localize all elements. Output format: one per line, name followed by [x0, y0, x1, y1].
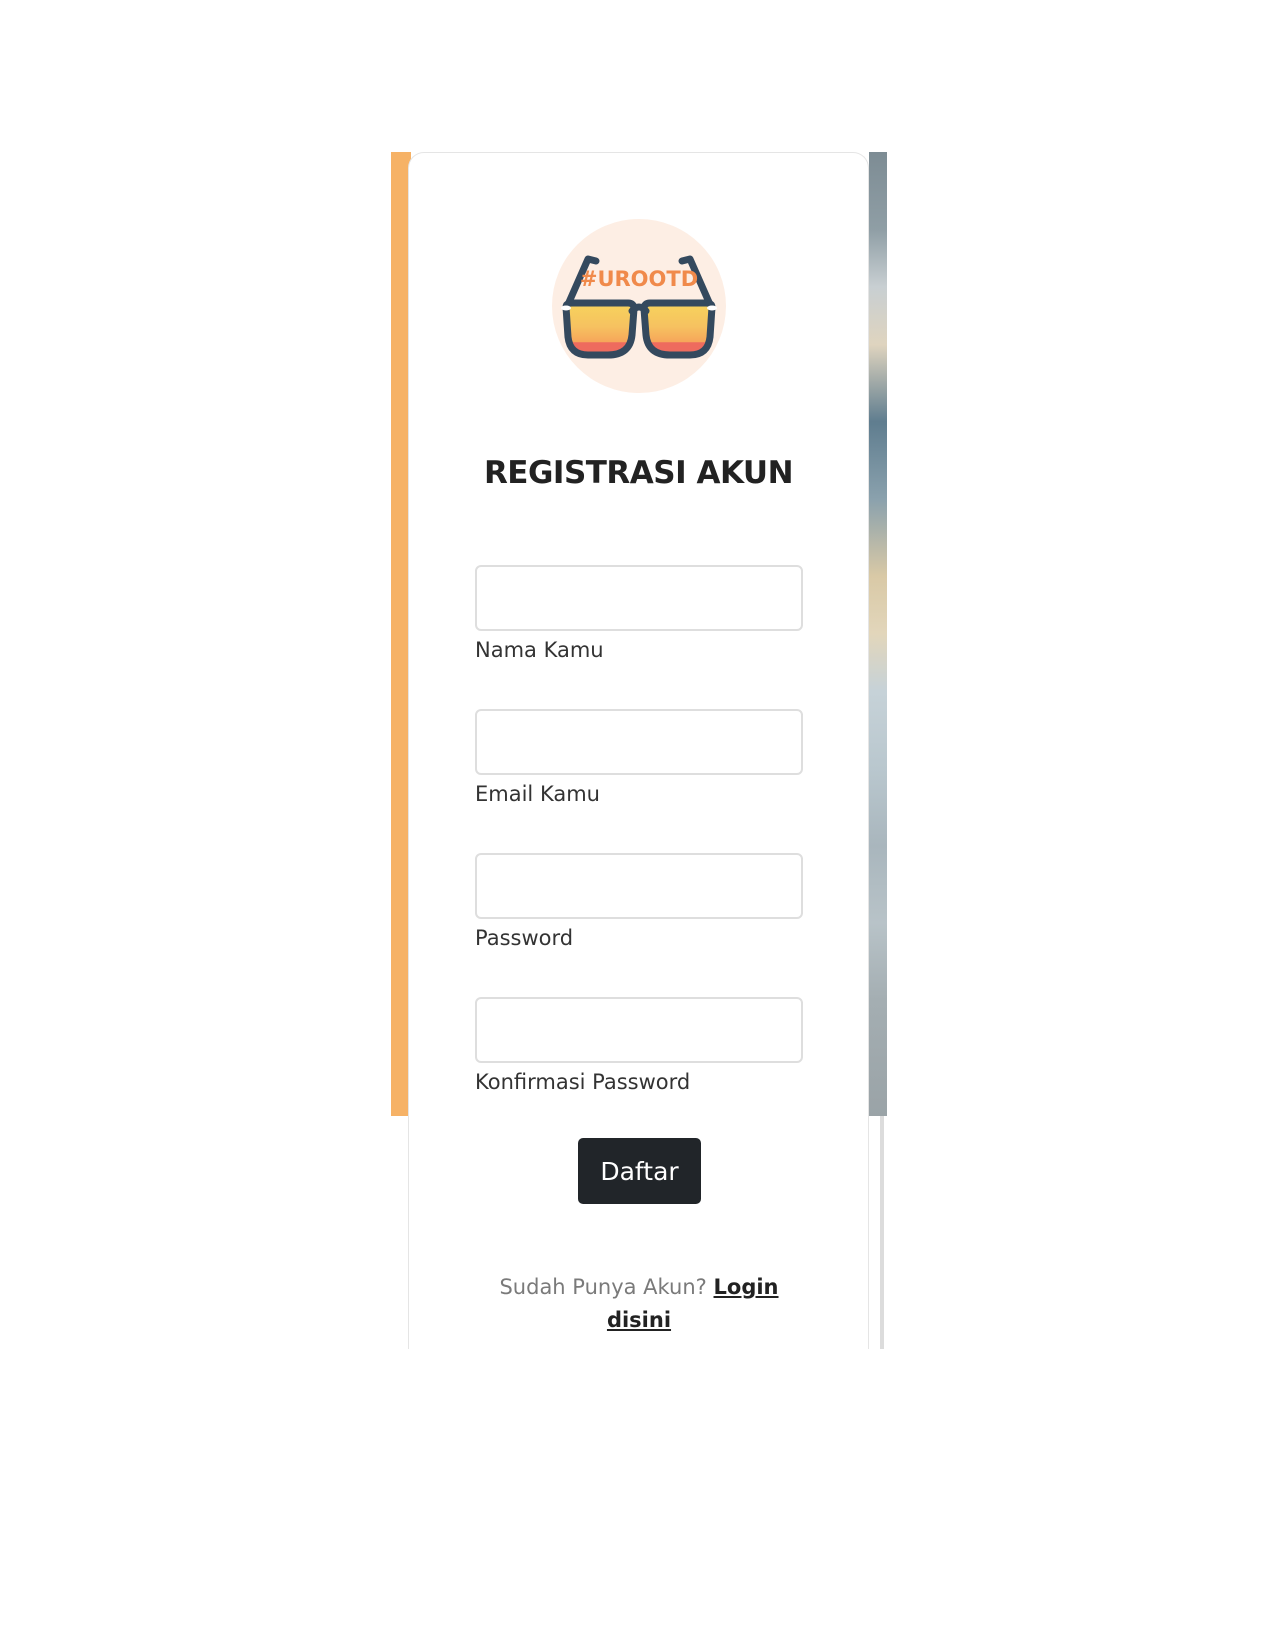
password-field-group: Password [475, 853, 803, 951]
background-right-edge [869, 152, 887, 1116]
scroll-edge [880, 1116, 884, 1349]
password-input[interactable] [475, 853, 803, 919]
login-prompt-text: Sudah Punya Akun? [499, 1275, 707, 1299]
name-input[interactable] [475, 565, 803, 631]
password-label: Password [475, 926, 574, 950]
email-input[interactable] [475, 709, 803, 775]
name-field-group: Nama Kamu [475, 565, 803, 663]
sunglasses-icon: #UROOTD [561, 255, 717, 359]
register-button[interactable]: Daftar [578, 1138, 701, 1204]
page: #UROOTD REGISTRASI AKUN Nama Kamu Email … [0, 0, 1275, 1650]
confirm-password-field-group: Konfirmasi Password [475, 997, 803, 1095]
name-label: Nama Kamu [475, 638, 604, 662]
confirm-password-input[interactable] [475, 997, 803, 1063]
confirm-password-label: Konfirmasi Password [475, 1070, 691, 1094]
logo-text: #UROOTD [580, 267, 698, 291]
registration-card: #UROOTD REGISTRASI AKUN Nama Kamu Email … [408, 152, 869, 1349]
email-field-group: Email Kamu [475, 709, 803, 807]
page-title: REGISTRASI AKUN [483, 455, 794, 491]
login-prompt: Sudah Punya Akun? Login disini [469, 1271, 809, 1337]
brand-logo: #UROOTD [552, 219, 726, 393]
email-label: Email Kamu [475, 782, 600, 806]
